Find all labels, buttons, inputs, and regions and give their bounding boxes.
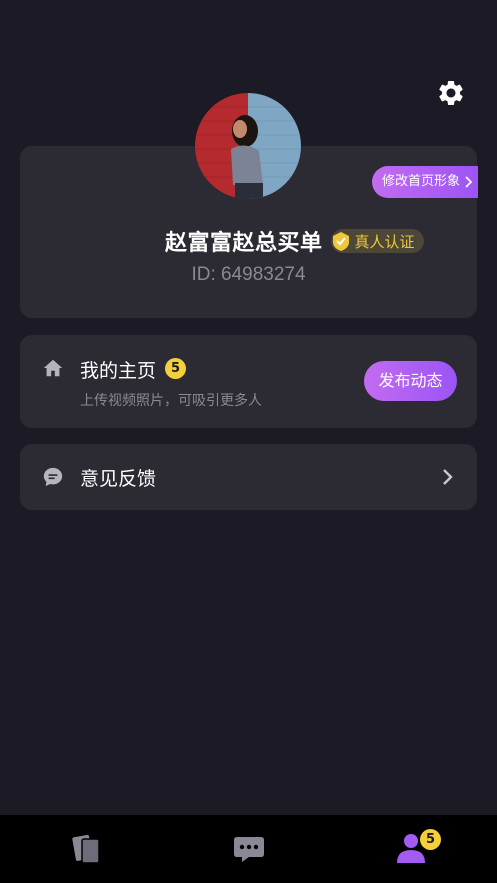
home-icon	[43, 359, 63, 377]
publish-post-button[interactable]: 发布动态	[364, 361, 457, 401]
chevron-right-icon	[465, 176, 472, 188]
user-name: 赵富富赵总买单	[165, 231, 323, 256]
name-row: 赵富富赵总买单 真人认证	[165, 225, 424, 257]
message-icon[interactable]	[233, 835, 265, 863]
edit-profile-image-button[interactable]: 修改首页形象	[372, 166, 478, 198]
user-id: ID: 64983274	[191, 264, 306, 285]
avatar[interactable]	[195, 93, 301, 199]
feedback-label: 意见反馈	[80, 468, 157, 490]
verified-shield-icon	[332, 232, 349, 251]
chevron-right-icon	[443, 469, 453, 485]
gear-icon[interactable]	[436, 78, 466, 108]
homepage-count-badge: 5	[165, 358, 186, 379]
cards-icon[interactable]	[72, 833, 102, 865]
homepage-subtitle: 上传视频照片，可吸引更多人	[80, 393, 262, 409]
my-homepage-title: 我的主页	[80, 360, 157, 382]
verify-badge: 真人认证	[330, 229, 424, 253]
edit-profile-image-label: 修改首页形象	[382, 174, 461, 189]
chat-bubble-icon	[43, 467, 63, 487]
tab-me-badge: 5	[420, 829, 441, 850]
user-photo	[195, 93, 301, 199]
verify-label: 真人认证	[354, 232, 415, 251]
